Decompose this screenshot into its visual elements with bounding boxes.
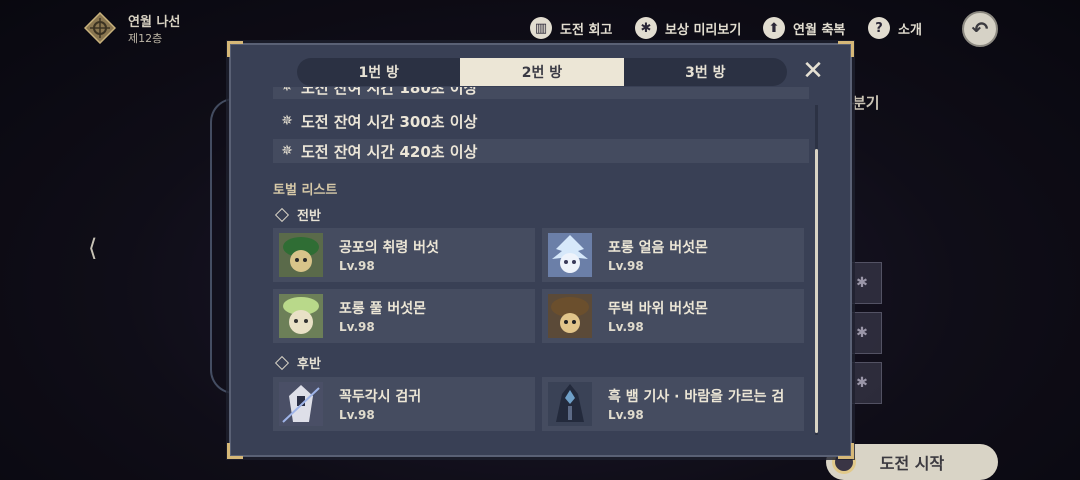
enemy-portrait [279, 233, 323, 277]
corner-ornament [838, 41, 854, 57]
blessing-icon: ⬆ [763, 17, 785, 39]
first-half-title: 전반 [274, 205, 321, 224]
abyss-title: 연월 나선 [128, 15, 181, 30]
blessing-label: 연월 축복 [793, 22, 846, 38]
corner-ornament [227, 443, 243, 459]
enemy-card[interactable]: 포롱 얼음 버섯몬 Lv.98 [542, 228, 804, 282]
enemy-level: Lv.98 [339, 408, 375, 422]
enemy-level: Lv.98 [608, 408, 644, 422]
diamond-icon [274, 355, 290, 370]
enemy-name: 뚜벅 바위 버섯몬 [608, 301, 708, 317]
introduction-button[interactable]: ? 소개 [868, 15, 922, 41]
star-icon: ✵ [281, 113, 293, 129]
close-icon[interactable]: ✕ [801, 58, 825, 84]
enemy-card[interactable]: 꼭두각시 검귀 Lv.98 [273, 377, 535, 431]
chamber-details-modal: 1번 방 2번 방 3번 방 ✕ ✵ 도전 잔여 시간 180초 이상 ✵ 도전… [227, 41, 854, 459]
previous-floor-arrow-icon[interactable]: ⟨ [88, 234, 97, 262]
black-serpent-knight-icon [548, 382, 592, 426]
reward-icon: ✱ [635, 17, 657, 39]
star-icon: ✵ [281, 87, 293, 95]
enemy-card[interactable]: 공포의 취령 버섯 Lv.98 [273, 228, 535, 282]
condition-row: ✵ 도전 잔여 시간 300초 이상 [273, 109, 809, 133]
cryo-fungus-icon [548, 233, 592, 277]
challenge-review-button[interactable]: ▥ 도전 회고 [530, 15, 612, 41]
star-icon: ✵ [281, 143, 293, 159]
enemy-list-title: 토벌 리스트 [273, 183, 338, 198]
second-half-label: 후반 [297, 357, 321, 372]
enemy-level: Lv.98 [339, 259, 375, 273]
introduction-label: 소개 [898, 22, 922, 38]
enemy-card[interactable]: 포롱 풀 버섯몬 Lv.98 [273, 289, 535, 343]
chamber-tabs: 1번 방 2번 방 3번 방 [297, 58, 787, 86]
back-arrow-icon: ↶ [971, 17, 989, 41]
first-half-label: 전반 [297, 209, 321, 224]
enemy-level: Lv.98 [608, 320, 644, 334]
tab-chamber-3[interactable]: 3번 방 [624, 58, 787, 86]
enemy-name: 포롱 풀 버섯몬 [339, 301, 427, 317]
abyss-floor: 제12층 [128, 32, 163, 45]
corner-ornament [227, 41, 243, 57]
reward-preview-label: 보상 미리보기 [665, 22, 742, 38]
condition-row: ✵ 도전 잔여 시간 420초 이상 [273, 139, 809, 163]
back-button[interactable]: ↶ [962, 11, 998, 47]
enemy-name: 흑 뱀 기사 · 바람을 가르는 검 [608, 389, 785, 405]
enemy-card[interactable]: 뚜벅 바위 버섯몬 Lv.98 [542, 289, 804, 343]
enemy-portrait [548, 233, 592, 277]
second-half-title: 후반 [274, 353, 321, 372]
corner-ornament [838, 443, 854, 459]
condition-label: 도전 잔여 시간 420초 이상 [301, 142, 478, 161]
dendro-fungus-icon [279, 294, 323, 338]
start-challenge-label: 도전 시작 [879, 454, 945, 473]
help-icon: ? [868, 17, 890, 39]
enemy-level: Lv.98 [608, 259, 644, 273]
challenge-review-label: 도전 회고 [560, 22, 613, 38]
condition-row: ✵ 도전 잔여 시간 180초 이상 [273, 87, 809, 99]
enemy-portrait [279, 294, 323, 338]
condition-label: 도전 잔여 시간 180초 이상 [301, 87, 478, 97]
enemy-card[interactable]: 흑 뱀 기사 · 바람을 가르는 검 Lv.98 [542, 377, 804, 431]
enemy-level: Lv.98 [339, 320, 375, 334]
diamond-icon [274, 207, 290, 222]
modal-content[interactable]: ✵ 도전 잔여 시간 180초 이상 ✵ 도전 잔여 시간 300초 이상 ✵ … [273, 87, 811, 437]
spiral-abyss-emblem-icon [84, 12, 116, 44]
enemy-name: 꼭두각시 검귀 [339, 389, 422, 405]
enemy-portrait [548, 382, 592, 426]
enemy-portrait [548, 294, 592, 338]
enemy-portrait [279, 382, 323, 426]
enemy-name: 포롱 얼음 버섯몬 [608, 240, 708, 256]
condition-label: 도전 잔여 시간 300초 이상 [301, 112, 478, 131]
scrollbar-thumb[interactable] [815, 149, 818, 433]
enemy-name: 공포의 취령 버섯 [339, 240, 439, 256]
blessing-button[interactable]: ⬆ 연월 축복 [763, 15, 845, 41]
side-label: 분기 [852, 94, 880, 112]
puppet-sword-icon [279, 382, 323, 426]
book-icon: ▥ [530, 17, 552, 39]
reward-preview-button[interactable]: ✱ 보상 미리보기 [635, 15, 741, 41]
geo-fungus-icon [548, 294, 592, 338]
fungus-icon [279, 233, 323, 277]
tab-chamber-1[interactable]: 1번 방 [297, 58, 460, 86]
tab-chamber-2[interactable]: 2번 방 [460, 58, 624, 86]
